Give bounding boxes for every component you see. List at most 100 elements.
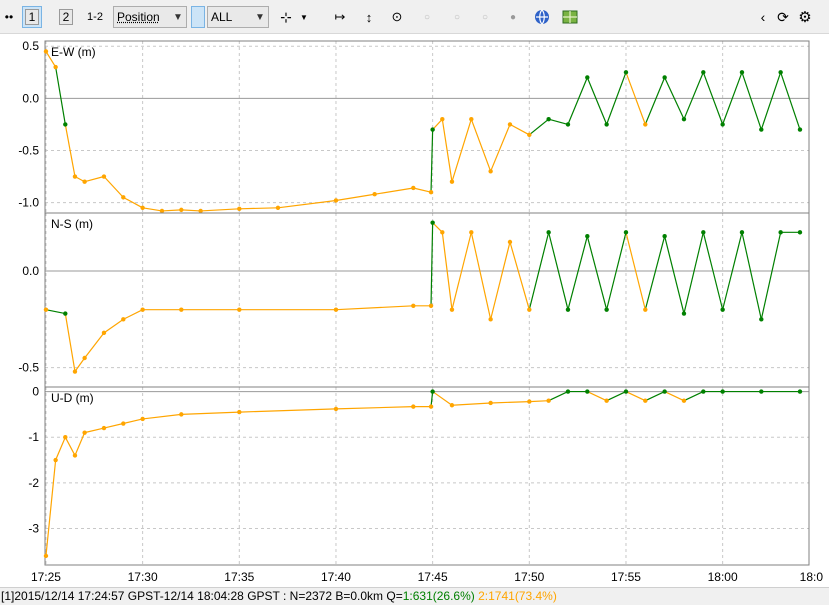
data-point [121, 195, 126, 200]
data-point [681, 116, 687, 122]
data-point [759, 389, 764, 394]
series-segment [625, 391, 646, 402]
series-segment [741, 72, 762, 130]
data-point [275, 205, 281, 210]
y-tick-label: 0.0 [22, 264, 39, 278]
data-point [140, 307, 145, 312]
series-segment [74, 432, 86, 456]
data-point [428, 303, 434, 308]
plot-1-button[interactable]: 1 [22, 6, 42, 28]
option-dot-icon[interactable]: ○ [420, 6, 434, 28]
plot-panel-frame [44, 212, 810, 388]
back-icon[interactable]: ‹ [756, 6, 770, 28]
plot-area[interactable]: 0.5 0.0 -0.5 -1.0 E-W (m) 0.0 -0.5 N-S (m) 0 -1 -2… [0, 34, 829, 587]
data-point [237, 307, 242, 312]
data-point [121, 317, 126, 322]
plot-1-2-button[interactable]: 1-2 [84, 6, 106, 28]
data-point [469, 230, 474, 235]
plot-type-select[interactable]: Position ▼ [113, 6, 187, 28]
data-point [604, 398, 609, 403]
data-point [759, 127, 764, 132]
series-segment [606, 391, 627, 402]
series-segment [432, 391, 453, 406]
series-segment [103, 318, 124, 334]
series-segment [683, 72, 704, 120]
option-dot-icon[interactable]: ○ [450, 6, 464, 28]
data-point [63, 311, 68, 316]
plot-panel-frame [44, 40, 810, 214]
data-point [440, 116, 445, 122]
dropdown-arrow-icon[interactable]: ▼ [298, 6, 310, 28]
satellite-select[interactable]: ALL ▼ [207, 6, 269, 28]
data-point [604, 307, 609, 312]
data-point [411, 185, 416, 191]
data-point [604, 122, 609, 127]
satellite-toggle[interactable] [191, 6, 205, 28]
series-segment [760, 232, 782, 320]
data-point [681, 311, 687, 316]
data-point [179, 307, 184, 312]
series-segment [470, 232, 492, 320]
data-point [63, 122, 68, 127]
series-segment [528, 118, 550, 136]
satellite-value: ALL [211, 10, 233, 24]
series-segment [529, 400, 549, 403]
plot-2-button[interactable]: 2 [56, 6, 76, 28]
y-tick-label: -3 [28, 521, 39, 535]
option-dot-icon[interactable]: ○ [478, 6, 492, 28]
series-segment [239, 408, 336, 413]
globe-icon[interactable] [532, 6, 552, 28]
x-tick-label: 18:00 [708, 570, 738, 584]
series-segment [644, 236, 666, 310]
series-segment [490, 241, 511, 320]
series-segment [548, 391, 569, 402]
series-segment [335, 305, 414, 311]
series-segment [64, 436, 76, 456]
reload-icon[interactable]: ⟳ [774, 6, 792, 28]
series-segment [161, 209, 182, 212]
option-dot-icon[interactable]: ● [506, 6, 520, 28]
data-point [507, 239, 513, 245]
position-plot[interactable]: 0.5 0.0 -0.5 -1.0 E-W (m) 0.0 -0.5 N-S (m) 0 -1 -2… [0, 34, 829, 587]
x-tick-label: 17:25 [31, 570, 61, 584]
series-segment [683, 232, 704, 314]
fit-horizontal-icon[interactable]: ↦ [330, 6, 350, 28]
data-point [72, 174, 78, 179]
data-point [82, 430, 87, 435]
status-q1-text: 1:631(26.6%) [402, 589, 475, 603]
series-segment [413, 187, 432, 193]
data-point [662, 75, 667, 80]
map-icon[interactable] [560, 6, 580, 28]
data-point [739, 230, 745, 235]
data-point [179, 412, 184, 417]
series-segment [84, 332, 105, 359]
center-origin-icon[interactable]: ⊙ [388, 6, 406, 28]
series-segment [142, 207, 163, 212]
panel-label: N-S (m) [51, 217, 93, 231]
series-segment [103, 176, 124, 198]
series-segment [567, 77, 588, 125]
data-point [440, 230, 445, 235]
series-segment [55, 66, 66, 125]
series-segment [55, 436, 66, 461]
data-point [701, 70, 706, 75]
crosshair-icon[interactable]: ⊹ [276, 6, 296, 28]
fit-vertical-icon[interactable]: ↕ [360, 6, 378, 28]
data-point [428, 404, 434, 409]
data-point [585, 234, 590, 239]
data-point [488, 317, 493, 322]
series-segment [509, 123, 530, 136]
series-segment [567, 236, 588, 310]
series-segment [374, 187, 414, 195]
data-point [72, 369, 78, 374]
y-tick-label: 0 [32, 385, 39, 399]
data-point [720, 307, 725, 312]
data-point [585, 389, 590, 394]
series-segment [64, 313, 76, 372]
data-point [53, 457, 58, 463]
plot-1-2-label: 1-2 [87, 11, 103, 23]
plot-1-label: 1 [24, 9, 40, 25]
x-tick-label: 17:55 [611, 570, 641, 584]
series-segment [335, 193, 375, 202]
gear-icon[interactable]: ⚙ [796, 6, 814, 28]
